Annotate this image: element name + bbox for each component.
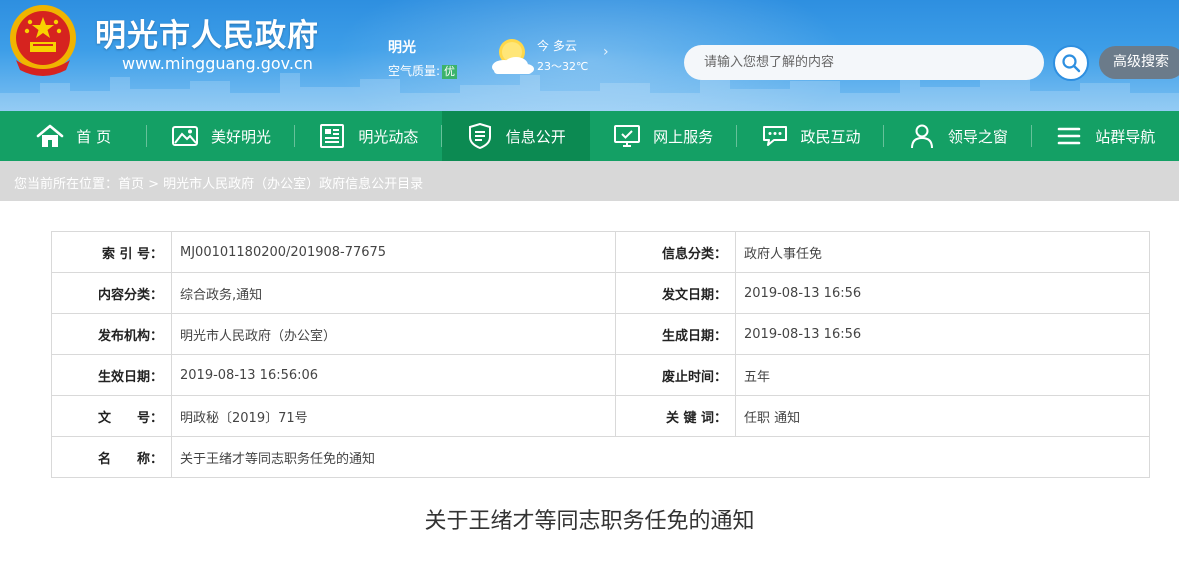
search-icon <box>1062 54 1081 73</box>
info-label: 名 称： <box>51 436 172 478</box>
table-row: 生效日期： 2019-08-13 16:56:06 废止时间： 五年 <box>51 354 1150 396</box>
nav-item-info-disclosure[interactable]: 信息公开 <box>442 111 590 161</box>
weather-temperature: 23～32℃ <box>537 60 589 73</box>
info-label: 信息分类： <box>615 231 736 273</box>
aqi-label: 空气质量: <box>388 64 441 78</box>
info-value: 政府人事任免 <box>735 231 1150 273</box>
nav-label: 网上服务 <box>653 127 714 146</box>
nav-label: 领导之窗 <box>947 127 1008 146</box>
info-value: 明光市人民政府（办公室） <box>171 313 616 355</box>
nav-label: 明光动态 <box>358 127 419 146</box>
info-label: 发布机构： <box>51 313 172 355</box>
weather-city: 明光 <box>388 40 416 56</box>
air-quality: 空气质量: 优 <box>388 62 458 79</box>
info-value: 任职 通知 <box>735 395 1150 437</box>
info-value: 2019-08-13 16:56:06 <box>171 354 616 396</box>
site-title[interactable]: 明光市人民政府 <box>95 10 319 55</box>
document-title: 关于王绪才等同志职务任免的通知 <box>424 509 755 534</box>
info-label: 索 引 号： <box>51 231 172 273</box>
nav-label: 政民互动 <box>800 127 861 146</box>
site-header: 明光市人民政府 www.mingguang.gov.cn 明光 空气质量: 优 今… <box>0 0 1179 111</box>
table-row: 索 引 号： MJ00101180200/201908-77675 信息分类： … <box>51 231 1150 273</box>
menu-icon <box>1055 122 1083 150</box>
table-row: 文 号： 明政秘〔2019〕71号 关 键 词： 任职 通知 <box>51 395 1150 437</box>
nav-label: 首 页 <box>76 127 112 146</box>
breadcrumb[interactable]: 您当前所在位置：首页 > 明光市人民政府（办公室）政府信息公开目录 <box>14 173 423 192</box>
info-value: 明政秘〔2019〕71号 <box>171 395 616 437</box>
nav-label: 站群导航 <box>1095 127 1156 146</box>
info-label: 文 号： <box>51 395 172 437</box>
shield-list-icon <box>466 122 494 150</box>
breadcrumb-bar: 您当前所在位置：首页 > 明光市人民政府（办公室）政府信息公开目录 <box>0 161 1179 201</box>
landscape-icon <box>171 122 199 150</box>
nav-item-home[interactable]: 首 页 <box>0 111 148 161</box>
advanced-search-button[interactable]: 高级搜索 <box>1099 46 1179 79</box>
search-input[interactable] <box>684 45 1044 80</box>
info-value: 2019-08-13 16:56 <box>735 272 1150 314</box>
nav-label: 美好明光 <box>211 127 272 146</box>
nav-item-news[interactable]: 明光动态 <box>295 111 443 161</box>
chat-icon <box>761 122 789 150</box>
info-value: 综合政务,通知 <box>171 272 616 314</box>
weather-sun-cloud-icon <box>492 39 534 74</box>
person-icon <box>908 122 936 150</box>
info-label: 生成日期： <box>615 313 736 355</box>
weather-description: 今 多云 <box>537 39 577 53</box>
info-label: 发文日期： <box>615 272 736 314</box>
info-label: 废止时间： <box>615 354 736 396</box>
site-url[interactable]: www.mingguang.gov.cn <box>122 54 313 73</box>
aqi-value-badge: 优 <box>442 65 458 79</box>
table-row: 内容分类： 综合政务,通知 发文日期： 2019-08-13 16:56 <box>51 272 1150 314</box>
table-row: 名 称： 关于王绪才等同志职务任免的通知 <box>51 436 1150 478</box>
news-icon <box>318 122 346 150</box>
nav-label: 信息公开 <box>505 127 566 146</box>
nav-item-site-nav[interactable]: 站群导航 <box>1032 111 1179 161</box>
info-value: 关于王绪才等同志职务任免的通知 <box>171 436 1150 478</box>
nav-item-online-service[interactable]: 网上服务 <box>590 111 737 161</box>
nav-item-interaction[interactable]: 政民互动 <box>737 111 885 161</box>
info-value: 2019-08-13 16:56 <box>735 313 1150 355</box>
info-label: 内容分类： <box>51 272 172 314</box>
monitor-icon <box>613 122 641 150</box>
nav-item-scenery[interactable]: 美好明光 <box>147 111 295 161</box>
nav-item-leaders[interactable]: 领导之窗 <box>884 111 1032 161</box>
info-value: 五年 <box>735 354 1150 396</box>
national-emblem-icon <box>10 5 76 76</box>
info-label: 生效日期： <box>51 354 172 396</box>
info-label: 关 键 词： <box>615 395 736 437</box>
table-row: 发布机构： 明光市人民政府（办公室） 生成日期： 2019-08-13 16:5… <box>51 313 1150 355</box>
info-value: MJ00101180200/201908-77675 <box>171 231 616 273</box>
home-icon <box>36 122 64 150</box>
main-nav: 首 页 美好明光 明光动态 信息公开 网上服务 政民互动 领导之窗 站群导航 <box>0 111 1179 161</box>
document-info-table: 索 引 号： MJ00101180200/201908-77675 信息分类： … <box>51 231 1150 478</box>
search-button[interactable] <box>1053 45 1089 81</box>
weather-more-chevron[interactable]: › <box>603 44 609 60</box>
